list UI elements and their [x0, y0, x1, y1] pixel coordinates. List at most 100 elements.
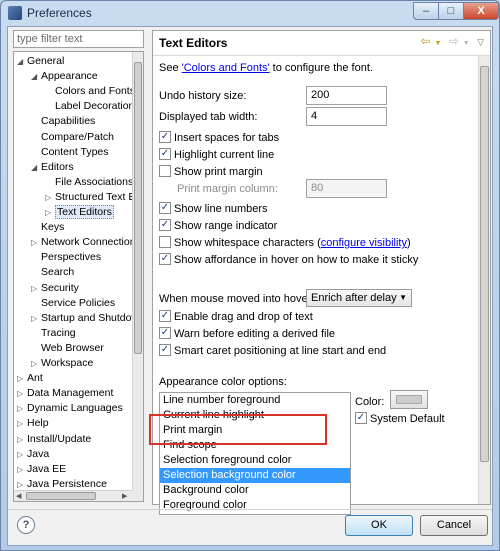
- tree-item[interactable]: Capabilities: [31, 114, 95, 129]
- ok-button[interactable]: OK: [345, 515, 413, 536]
- back-menu-icon[interactable]: ▼: [434, 40, 441, 47]
- option-checkbox[interactable]: ✓ Enable drag and drop of text: [159, 310, 313, 326]
- tree-vscroll-thumb[interactable]: [134, 62, 142, 354]
- option-checkbox[interactable]: ✓ Show affordance in hover on how to make…: [159, 253, 418, 269]
- collapsed-arrow-icon[interactable]: ▷: [17, 371, 27, 386]
- tree-item[interactable]: Web Browser: [31, 341, 104, 356]
- option-checkbox[interactable]: ✓ Insert spaces for tabs: [159, 131, 279, 147]
- maximize-button[interactable]: □: [438, 2, 464, 20]
- tree-item[interactable]: Compare/Patch: [31, 130, 114, 145]
- color-picker-button[interactable]: [390, 390, 428, 409]
- help-icon[interactable]: ?: [17, 516, 35, 534]
- checkbox-checked-icon[interactable]: ✓: [159, 148, 171, 161]
- color-option-item[interactable]: Hyperlink: [160, 513, 350, 514]
- tree-vertical-scrollbar[interactable]: [132, 52, 143, 501]
- collapsed-arrow-icon[interactable]: ▷: [17, 462, 27, 477]
- collapsed-arrow-icon[interactable]: ▷: [17, 432, 27, 447]
- tree-item[interactable]: ◢ Editors: [31, 160, 74, 175]
- option-checkbox[interactable]: ✓ Show line numbers: [159, 202, 268, 218]
- undo-history-input[interactable]: 200: [306, 86, 387, 105]
- scroll-left-icon[interactable]: ◀: [16, 492, 21, 500]
- back-arrow-icon[interactable]: ⇦: [420, 34, 430, 48]
- filter-input[interactable]: type filter text: [13, 30, 144, 48]
- expanded-arrow-icon[interactable]: ◢: [17, 54, 27, 69]
- tree-item[interactable]: ▷Structured Text Editors: [45, 190, 143, 205]
- checkbox-checked-icon[interactable]: ✓: [159, 344, 171, 357]
- scroll-right-icon[interactable]: ▶: [122, 492, 127, 500]
- checkbox-unchecked-icon[interactable]: [159, 236, 171, 249]
- collapsed-arrow-icon[interactable]: ▷: [31, 235, 41, 250]
- page-vscroll-thumb[interactable]: [480, 66, 489, 462]
- tree-item[interactable]: File Associations: [45, 175, 133, 190]
- color-option-item[interactable]: Print margin: [160, 423, 350, 438]
- color-option-item[interactable]: Foreground color: [160, 498, 350, 513]
- hover-select[interactable]: Enrich after delay ▼: [306, 289, 412, 307]
- tree-item[interactable]: ▷ Startup and Shutdown: [31, 311, 143, 326]
- tree-item[interactable]: ▷ Security: [31, 281, 79, 296]
- tree-item[interactable]: ▷ Java EE: [17, 462, 66, 477]
- collapsed-arrow-icon[interactable]: ▷: [31, 311, 41, 326]
- minimize-button[interactable]: –: [413, 2, 439, 20]
- tree-item[interactable]: ▷ Workspace: [31, 356, 93, 371]
- tree-item[interactable]: Content Types: [31, 145, 109, 160]
- collapsed-arrow-icon[interactable]: ▷: [31, 356, 41, 371]
- color-option-item[interactable]: Background color: [160, 483, 350, 498]
- preference-tree[interactable]: ◢ General ◢ Appearance Colors and Fonts Label…: [13, 51, 144, 502]
- color-option-item[interactable]: Selection foreground color: [160, 453, 350, 468]
- tree-item[interactable]: ▷ Dynamic Languages: [17, 401, 123, 416]
- option-checkbox[interactable]: ✓ Smart caret positioning at line start a…: [159, 344, 386, 360]
- color-option-item[interactable]: Current line highlight: [160, 408, 350, 423]
- option-checkbox[interactable]: Show print margin: [159, 165, 263, 181]
- option-checkbox[interactable]: ✓ Warn before editing a derived file: [159, 327, 335, 343]
- checkbox-checked-icon[interactable]: ✓: [355, 412, 367, 425]
- tree-item[interactable]: ▷ Ant: [17, 371, 43, 386]
- checkbox-checked-icon[interactable]: ✓: [159, 202, 171, 215]
- tree-item[interactable]: Keys: [31, 220, 64, 235]
- tree-item[interactable]: ▷ Text Editors: [45, 205, 114, 220]
- configure-visibility-link[interactable]: configure visibility: [321, 237, 407, 249]
- print-margin-input[interactable]: 80: [306, 179, 387, 198]
- checkbox-checked-icon[interactable]: ✓: [159, 131, 171, 144]
- color-options-list[interactable]: Line number foreground Current line highl…: [159, 392, 351, 515]
- collapsed-arrow-icon[interactable]: ▷: [17, 416, 27, 431]
- tree-item[interactable]: ◢ General: [17, 54, 64, 69]
- color-option-item[interactable]: Line number foreground: [160, 393, 350, 408]
- tree-item[interactable]: Search: [31, 265, 74, 280]
- tree-item[interactable]: ◢ Appearance: [31, 69, 98, 84]
- expanded-arrow-icon[interactable]: ◢: [31, 160, 41, 175]
- checkbox-unchecked-icon[interactable]: [159, 165, 171, 178]
- option-checkbox[interactable]: ✓ Highlight current line: [159, 148, 274, 164]
- tree-item[interactable]: Perspectives: [31, 250, 101, 265]
- tree-item[interactable]: ▷ Java: [17, 447, 49, 462]
- color-option-item[interactable]: Find scope: [160, 438, 350, 453]
- collapsed-arrow-icon[interactable]: ▷: [45, 205, 55, 220]
- close-button[interactable]: X: [463, 2, 499, 20]
- option-checkbox[interactable]: ✓ Show range indicator: [159, 219, 277, 235]
- tab-width-input[interactable]: 4: [306, 107, 387, 126]
- checkbox-checked-icon[interactable]: ✓: [159, 253, 171, 266]
- checkbox-checked-icon[interactable]: ✓: [159, 219, 171, 232]
- collapsed-arrow-icon[interactable]: ▷: [45, 190, 55, 205]
- tree-item[interactable]: ▷ Help: [17, 416, 49, 431]
- collapsed-arrow-icon[interactable]: ▷: [17, 447, 27, 462]
- forward-menu-icon[interactable]: ▼: [463, 40, 470, 47]
- colors-and-fonts-link[interactable]: 'Colors and Fonts': [182, 62, 270, 74]
- page-vertical-scrollbar[interactable]: [478, 56, 490, 504]
- option-checkbox[interactable]: Show whitespace characters (configure vi…: [159, 236, 411, 252]
- expanded-arrow-icon[interactable]: ◢: [31, 69, 41, 84]
- checkbox-checked-icon[interactable]: ✓: [159, 310, 171, 323]
- tree-hscroll-thumb[interactable]: [26, 492, 96, 500]
- system-default-checkbox[interactable]: ✓ System Default: [355, 412, 445, 428]
- tree-item[interactable]: Label Decorations: [45, 99, 140, 114]
- tree-item[interactable]: ▷ Install/Update: [17, 432, 91, 447]
- collapsed-arrow-icon[interactable]: ▷: [31, 281, 41, 296]
- forward-arrow-icon[interactable]: ⇨: [449, 34, 459, 48]
- collapsed-arrow-icon[interactable]: ▷: [17, 386, 27, 401]
- tree-item[interactable]: Service Policies: [31, 296, 115, 311]
- collapsed-arrow-icon[interactable]: ▷: [17, 401, 27, 416]
- checkbox-checked-icon[interactable]: ✓: [159, 327, 171, 340]
- title-bar[interactable]: Preferences – □ X: [1, 1, 499, 25]
- tree-item[interactable]: ▷ Data Management: [17, 386, 113, 401]
- tree-item[interactable]: ▷ Network Connections: [31, 235, 141, 250]
- view-menu-icon[interactable]: ▽: [477, 37, 484, 47]
